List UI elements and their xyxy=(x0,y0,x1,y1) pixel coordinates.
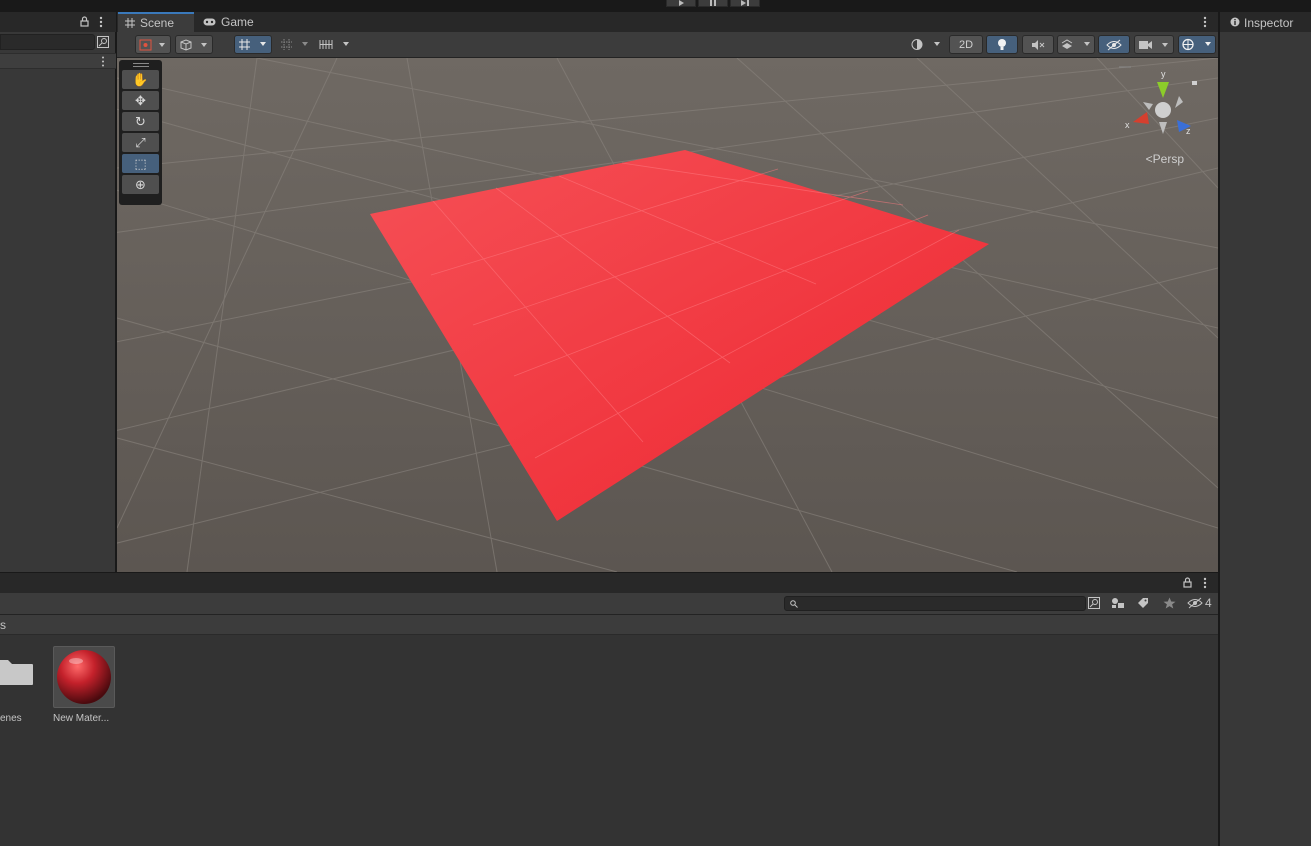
search-by-type-icon[interactable] xyxy=(97,36,109,48)
tab-inspector[interactable]: Inspector xyxy=(1220,12,1311,32)
hidden-packages-count: 4 xyxy=(1205,596,1212,610)
inspector-panel: Inspector xyxy=(1219,12,1311,846)
camera-dropdown[interactable] xyxy=(1134,35,1174,54)
grid-snap-icon xyxy=(239,39,266,50)
hierarchy-panel xyxy=(0,12,116,572)
gizmo-x-label: x xyxy=(1125,120,1130,130)
increment-snap-icon xyxy=(319,40,349,49)
gizmos-icon xyxy=(1182,38,1211,51)
project-tabbar xyxy=(0,573,1218,593)
scene-visibility-toggle[interactable] xyxy=(1098,35,1130,54)
grid-visibility-dropdown[interactable] xyxy=(277,35,313,54)
scene-tabbar: Scene Game xyxy=(117,12,1218,32)
scene-toolbar: 2D xyxy=(117,32,1218,58)
projection-toggle[interactable]: <Persp xyxy=(1146,152,1184,166)
hierarchy-tabbar xyxy=(0,12,116,32)
scale-tool-button[interactable]: ⤢ xyxy=(122,133,159,152)
material-sphere-icon xyxy=(57,650,111,704)
increment-snap-dropdown[interactable] xyxy=(316,35,354,54)
search-icon xyxy=(790,600,798,608)
effects-dropdown[interactable] xyxy=(1057,35,1095,54)
favorite-star-icon[interactable] xyxy=(1163,597,1176,609)
orientation-gizmo[interactable]: y x z xyxy=(1117,64,1207,144)
scene-panel: Scene Game 2D ✋ ✥ ↻ ⤢ ⬚ ⊕ y x z <Persp xyxy=(117,12,1218,572)
tool-handle-dropdown[interactable] xyxy=(135,35,171,54)
filter-by-type-icon[interactable] xyxy=(1111,597,1125,609)
gizmos-dropdown[interactable] xyxy=(1178,35,1216,54)
step-button[interactable] xyxy=(730,0,760,7)
scene-header-row[interactable] xyxy=(0,53,116,69)
project-search-input[interactable] xyxy=(784,596,1086,611)
visibility-icon xyxy=(1106,39,1122,50)
kebab-menu-icon[interactable] xyxy=(1203,577,1207,589)
pivot-dropdown[interactable] xyxy=(175,35,213,54)
grid-icon xyxy=(281,39,308,50)
rect-icon: ⬚ xyxy=(134,155,147,171)
lock-icon[interactable] xyxy=(1183,577,1192,588)
transform-icon: ⊕ xyxy=(135,176,146,192)
asset-label: New Mater... xyxy=(53,713,110,724)
project-panel: 4 s enes New Mater... xyxy=(0,573,1218,846)
gizmo-y-label: y xyxy=(1161,69,1166,79)
camera-icon xyxy=(1139,40,1168,49)
asset-label: enes xyxy=(0,713,22,724)
move-tool-button[interactable]: ✥ xyxy=(122,91,159,110)
pause-icon xyxy=(710,0,716,6)
persp-arrow-icon: < xyxy=(1145,152,1153,166)
toggle-2d-button[interactable]: 2D xyxy=(949,35,983,54)
play-button[interactable] xyxy=(666,0,696,7)
asset-material[interactable]: New Mater... xyxy=(51,646,117,726)
lighting-toggle[interactable] xyxy=(986,35,1018,54)
grid-snap-toggle[interactable] xyxy=(234,35,272,54)
pause-button[interactable] xyxy=(698,0,728,7)
asset-folder[interactable]: enes xyxy=(0,646,40,726)
label-tag-icon[interactable] xyxy=(1137,597,1149,609)
transform-tool-button[interactable]: ⊕ xyxy=(122,175,159,194)
lock-icon[interactable] xyxy=(80,16,89,27)
kebab-menu-icon[interactable] xyxy=(1203,16,1207,28)
grid-icon xyxy=(125,18,135,28)
hierarchy-search-input[interactable] xyxy=(0,34,95,50)
effects-icon xyxy=(1061,39,1090,49)
scale-icon: ⤢ xyxy=(135,134,146,150)
main-toolbar xyxy=(0,0,1311,12)
audio-toggle[interactable] xyxy=(1022,35,1054,54)
hidden-packages-icon[interactable] xyxy=(1187,597,1203,609)
kebab-menu-icon[interactable] xyxy=(99,16,103,28)
project-toolbar: 4 xyxy=(0,593,1218,615)
projection-label: Persp xyxy=(1152,152,1184,166)
kebab-menu-icon[interactable] xyxy=(101,56,105,67)
shading-sphere-icon xyxy=(911,39,940,50)
tool-palette: ✋ ✥ ↻ ⤢ ⬚ ⊕ xyxy=(119,60,162,205)
folder-icon xyxy=(0,660,33,685)
tab-game-label: Game xyxy=(221,15,254,29)
lighting-icon xyxy=(998,39,1006,50)
tab-scene-label: Scene xyxy=(140,16,175,30)
rotate-tool-button[interactable]: ↻ xyxy=(122,112,159,131)
hand-icon: ✋ xyxy=(132,71,149,87)
audio-mute-icon xyxy=(1032,39,1045,50)
step-icon xyxy=(741,0,749,6)
tab-scene[interactable]: Scene xyxy=(118,12,194,32)
search-by-type-icon[interactable] xyxy=(1088,597,1100,609)
rect-tool-button[interactable]: ⬚ xyxy=(122,154,159,173)
hand-tool-button[interactable]: ✋ xyxy=(122,70,159,89)
shading-mode-dropdown[interactable] xyxy=(907,35,945,54)
info-icon xyxy=(1230,17,1240,27)
rotate-icon: ↻ xyxy=(135,113,146,129)
play-icon xyxy=(679,0,684,6)
scene-viewport[interactable]: ✋ ✥ ↻ ⤢ ⬚ ⊕ y x z <Persp xyxy=(117,58,1218,572)
project-breadcrumb: s xyxy=(0,615,1218,635)
breadcrumb-label[interactable]: s xyxy=(0,618,6,632)
toggle-2d-label: 2D xyxy=(958,38,974,51)
gamepad-icon xyxy=(203,18,216,26)
inspector-title: Inspector xyxy=(1244,16,1294,30)
tool-handle-icon xyxy=(139,39,165,50)
tab-game[interactable]: Game xyxy=(196,12,262,32)
palette-drag-handle[interactable] xyxy=(122,63,159,68)
material-thumbnail xyxy=(53,646,115,708)
pivot-cube-icon xyxy=(180,38,207,51)
scene-render xyxy=(117,58,1218,572)
move-icon: ✥ xyxy=(135,92,146,108)
